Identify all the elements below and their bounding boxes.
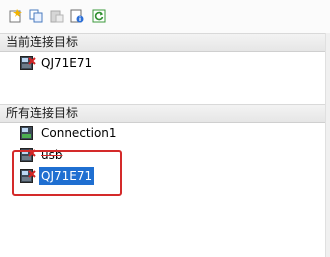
paste-icon[interactable]: [49, 8, 65, 24]
plc-device-icon: [20, 55, 36, 71]
copy-icon[interactable]: [28, 8, 44, 24]
current-target-label: QJ71E71: [41, 56, 93, 70]
vertical-scrollbar[interactable]: [325, 33, 330, 257]
all-targets-header: 所有连接目标: [0, 104, 330, 123]
annotation-highlight-box: [12, 150, 122, 196]
target-item-label: Connection1: [41, 126, 117, 140]
toolbar: [0, 0, 330, 34]
properties-icon[interactable]: [69, 8, 85, 24]
current-target-header: 当前连接目标: [0, 33, 330, 52]
plc-device-icon: [20, 125, 36, 141]
refresh-icon[interactable]: [91, 8, 107, 24]
new-connection-icon[interactable]: [7, 8, 23, 24]
